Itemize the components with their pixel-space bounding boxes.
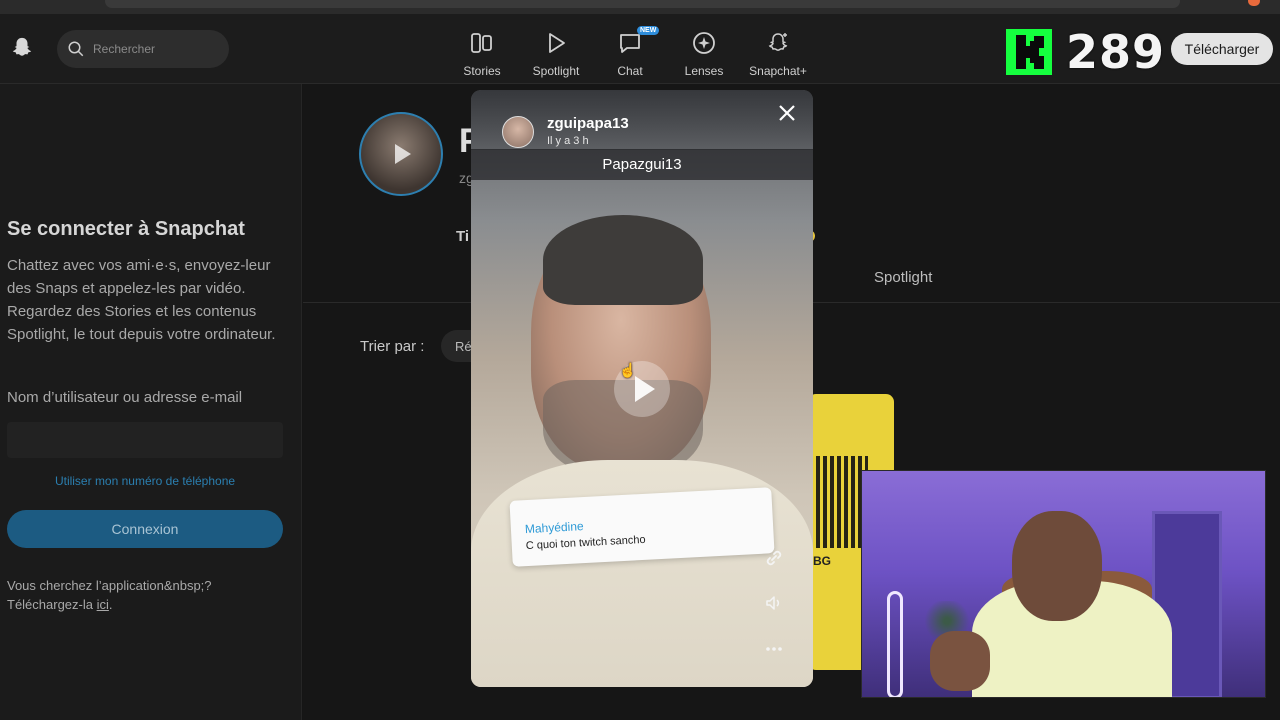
reply-author: Mahyédine — [524, 519, 584, 537]
sort-label: Trier par : — [360, 338, 425, 355]
nav-spotlight-label: Spotlight — [532, 64, 580, 78]
nav-stories-label: Stories — [463, 64, 501, 78]
nav-stories[interactable]: Stories — [445, 24, 519, 84]
play-icon — [634, 376, 655, 402]
login-title: Se connecter à Snapchat — [7, 218, 245, 240]
reply-text: C quoi ton twitch sancho — [525, 533, 646, 553]
login-description: Chattez avec vos ami·e·s, envoyez-leur d… — [7, 257, 276, 343]
lenses-icon — [689, 28, 719, 58]
download-button[interactable]: Télécharger — [1171, 33, 1273, 65]
avatar-play-icon — [395, 144, 411, 164]
snapchat-plus-icon — [763, 28, 793, 58]
kick-viewer-count: 289 — [1066, 25, 1166, 79]
new-badge: NEW — [637, 26, 660, 35]
login-panel: Se connecter à Snapchat Chattez avec vos… — [0, 84, 302, 720]
kick-logo-icon — [1006, 29, 1052, 75]
play-icon — [541, 28, 571, 58]
nav-lenses-label: Lenses — [684, 64, 724, 78]
browser-notification-dot — [1248, 0, 1260, 6]
snapchat-ghost-icon[interactable] — [10, 36, 34, 60]
streamer-webcam-overlay — [861, 470, 1266, 698]
story-timestamp: Il y a 3 h — [547, 135, 589, 147]
close-icon[interactable] — [777, 104, 797, 124]
nav-chat[interactable]: NEW Chat — [593, 24, 667, 84]
kick-viewer-overlay: 289 — [1000, 22, 1164, 82]
story-username[interactable]: zguipapa13 — [547, 115, 629, 132]
nav-spotlight[interactable]: Spotlight — [519, 24, 593, 84]
more-options-icon[interactable] — [763, 638, 785, 660]
tab-spotlight[interactable]: Spotlight — [874, 269, 932, 286]
webcam-hand — [930, 631, 990, 691]
nav-snapchat-plus-label: Snapchat+ — [749, 64, 807, 78]
search-bar[interactable] — [57, 30, 229, 68]
reply-sticker: Mahyédine C quoi ton twitch sancho — [509, 487, 775, 567]
story-caption: Papazgui13 — [471, 149, 813, 180]
volume-icon[interactable] — [763, 592, 785, 614]
search-icon — [68, 41, 84, 57]
main-nav: Stories Spotlight NEW Chat Lenses Snapch… — [445, 24, 815, 84]
pointer-cursor-icon: ☝ — [619, 362, 637, 378]
profile-avatar[interactable] — [359, 112, 443, 196]
story-avatar[interactable] — [502, 116, 534, 148]
app-download-note: Vous cherchez l’application&nbsp;? Téléc… — [7, 576, 212, 614]
phone-login-link[interactable]: Utiliser mon numéro de téléphone — [7, 474, 283, 488]
username-label: Nom d’utilisateur ou adresse e-mail — [7, 389, 243, 406]
stories-icon — [467, 28, 497, 58]
app-download-question: Vous cherchez l’application&nbsp;? — [7, 578, 212, 593]
snapcode-text: BG — [813, 554, 831, 568]
nav-lenses[interactable]: Lenses — [667, 24, 741, 84]
app-download-link[interactable]: ici — [97, 597, 109, 612]
app-download-suffix: . — [108, 597, 113, 612]
webcam-person — [1012, 511, 1102, 621]
browser-address-bar[interactable] — [105, 0, 1180, 8]
nav-chat-label: Chat — [617, 64, 643, 78]
story-viewer[interactable]: zguipapa13 Il y a 3 h Papazgui13 ☝ Mahyé… — [471, 90, 813, 687]
story-video-hair — [543, 215, 703, 305]
login-button[interactable]: Connexion — [7, 510, 283, 548]
tab-stories[interactable]: Ti — [456, 228, 469, 245]
app-download-prefix: Téléchargez-la — [7, 597, 97, 612]
search-input[interactable] — [93, 42, 213, 56]
browser-chrome — [0, 0, 1280, 14]
link-icon[interactable] — [763, 547, 785, 569]
username-input[interactable] — [7, 422, 283, 458]
nav-snapchat-plus[interactable]: Snapchat+ — [741, 24, 815, 84]
webcam-lamp — [887, 591, 903, 697]
